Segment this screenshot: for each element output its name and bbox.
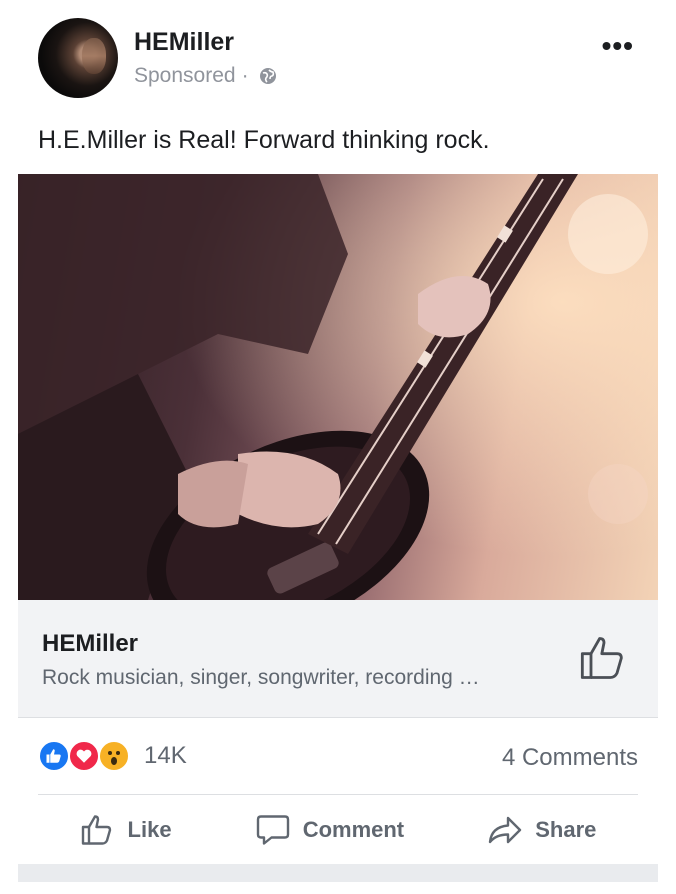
divider [38, 794, 638, 795]
guitarist-photo [18, 174, 658, 600]
thumbs-up-icon [81, 815, 111, 845]
preview-title[interactable]: HEMiller [42, 630, 138, 658]
feed-separator [18, 864, 658, 882]
link-preview[interactable]: HEMiller Rock musician, singer, songwrit… [18, 600, 658, 718]
post-caption: H.E.Miller is Real! Forward thinking roc… [38, 126, 490, 154]
sponsored-label[interactable]: Sponsored [134, 64, 236, 88]
globe-icon[interactable] [259, 67, 277, 85]
post-image[interactable] [18, 174, 658, 600]
author-name[interactable]: HEMiller [134, 28, 234, 57]
avatar-face [82, 38, 106, 74]
share-button[interactable]: Share [487, 806, 596, 854]
preview-description: Rock musician, singer, songwriter, recor… [42, 666, 480, 689]
comments-count[interactable]: 4 Comments [502, 744, 638, 772]
reactions-summary[interactable]: 14K [38, 740, 187, 772]
comment-label: Comment [302, 817, 405, 842]
post-actions: Like Comment Share [38, 806, 638, 854]
author-avatar[interactable] [38, 18, 118, 98]
wow-reaction-icon [98, 740, 130, 772]
like-button[interactable]: Like [80, 806, 172, 854]
sponsored-post: HEMiller Sponsored · ••• H.E.Miller is R… [0, 0, 676, 894]
love-reaction-icon [68, 740, 100, 772]
like-reaction-icon [38, 740, 70, 772]
more-options-button[interactable]: ••• [602, 32, 634, 60]
comment-button[interactable]: Comment [255, 806, 404, 854]
share-label: Share [535, 817, 597, 842]
reaction-count[interactable]: 14K [144, 742, 187, 770]
like-label: Like [127, 817, 172, 842]
thumbs-up-outline-icon[interactable] [578, 632, 630, 684]
meta-separator: · [241, 64, 249, 87]
share-arrow-icon [489, 816, 522, 844]
post-meta: Sponsored · [134, 64, 277, 88]
comment-bubble-icon [256, 815, 289, 845]
